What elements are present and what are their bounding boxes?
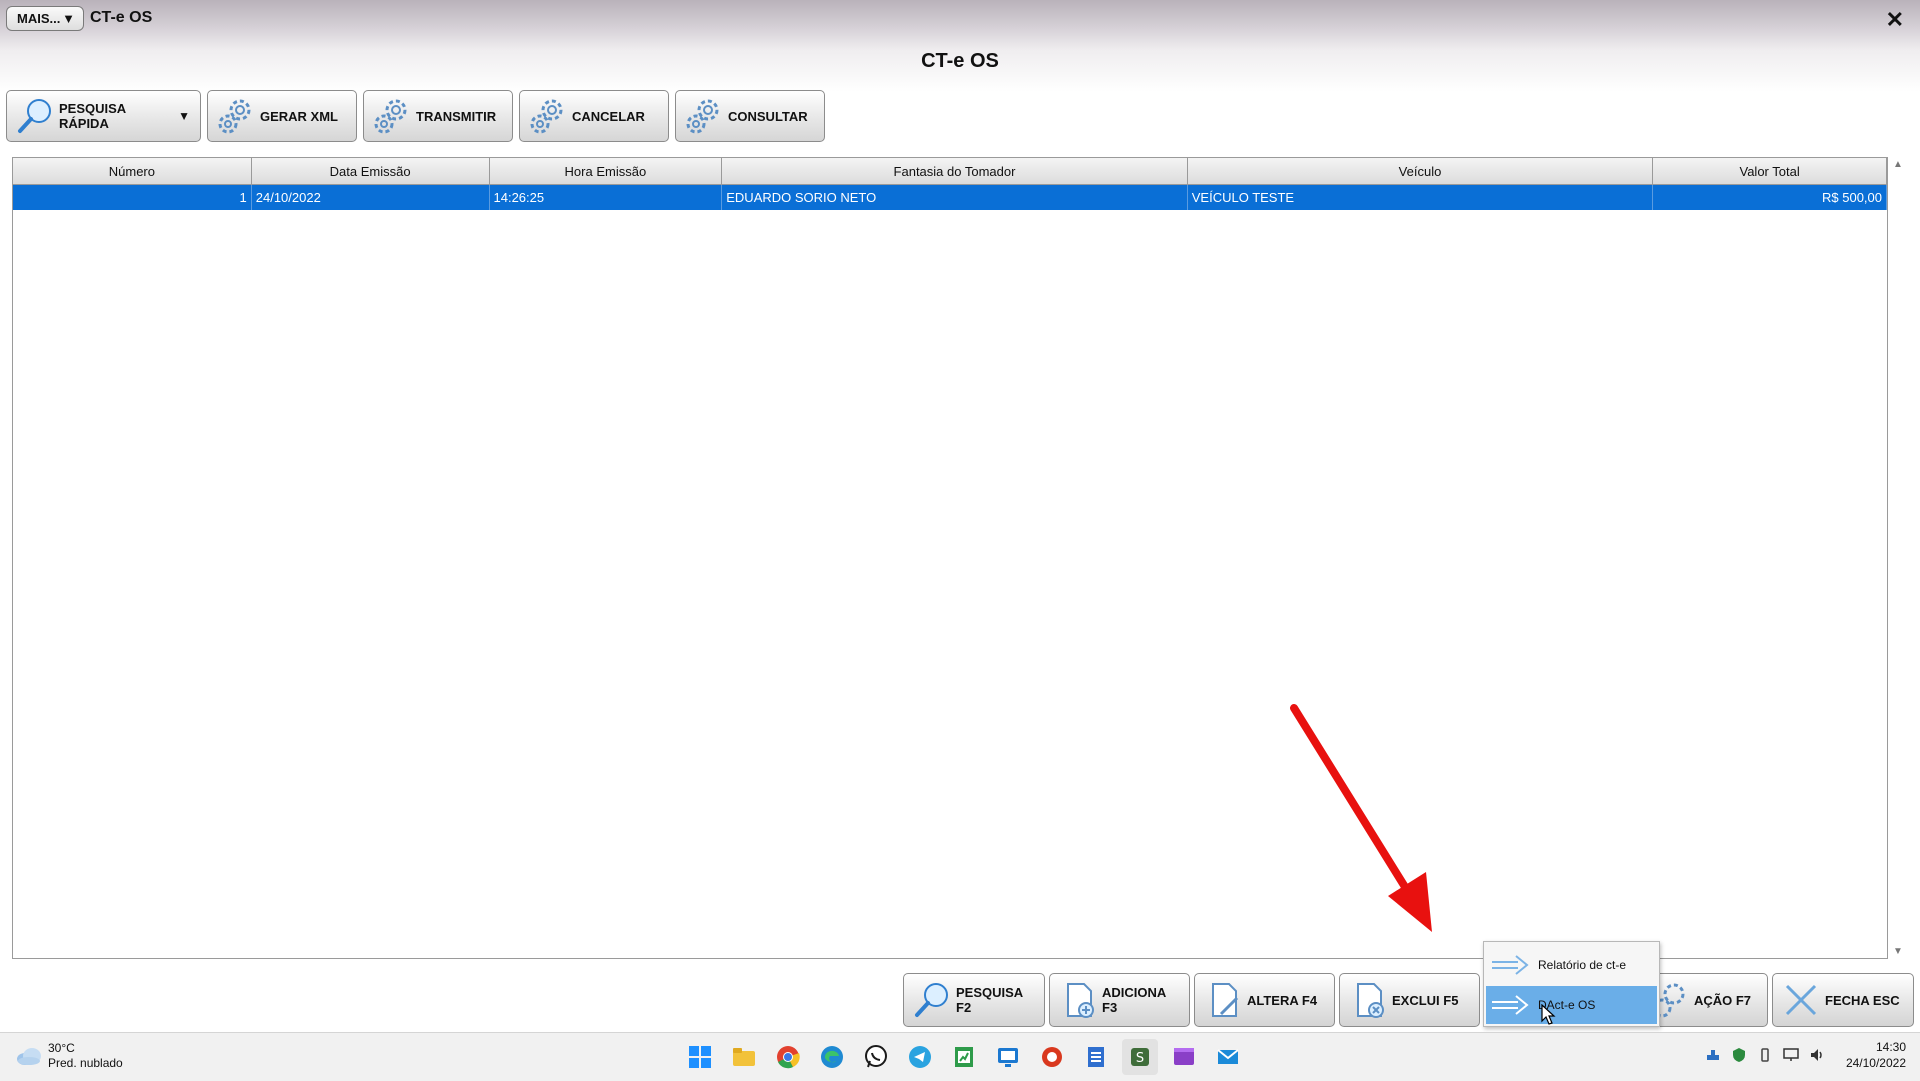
- scroll-down-icon[interactable]: ▼: [1893, 946, 1903, 957]
- cancel-button[interactable]: CANCELAR: [519, 90, 669, 142]
- gear-icon: [530, 99, 563, 134]
- file-explorer-icon[interactable]: [726, 1039, 762, 1075]
- arrow-right-icon: [1492, 955, 1529, 975]
- remote-desktop-icon[interactable]: [990, 1039, 1026, 1075]
- cell-tomador: EDUARDO SORIO NETO: [722, 185, 1188, 210]
- column-header-valor-total[interactable]: Valor Total: [1653, 158, 1887, 184]
- vertical-scrollbar[interactable]: ▲ ▼: [1889, 157, 1911, 959]
- mouse-cursor-icon: [1541, 1004, 1556, 1025]
- whatsapp-icon[interactable]: [858, 1039, 894, 1075]
- query-label: CONSULTAR: [728, 108, 808, 124]
- video-editor-icon[interactable]: [1166, 1039, 1202, 1075]
- windows-start-icon[interactable]: [682, 1039, 718, 1075]
- mail-icon[interactable]: [1210, 1039, 1246, 1075]
- quick-search-button[interactable]: PESQUISA RÁPIDA ▼: [6, 90, 201, 142]
- telegram-icon[interactable]: [902, 1039, 938, 1075]
- generate-xml-label: GERAR XML: [260, 108, 338, 124]
- grid-header: Número Data Emissão Hora Emissão Fantasi…: [13, 158, 1887, 185]
- chevron-down-icon[interactable]: ▼: [178, 109, 190, 123]
- edge-icon[interactable]: [814, 1039, 850, 1075]
- network-icon[interactable]: [1781, 1045, 1801, 1065]
- transmit-button[interactable]: TRANSMITIR: [363, 90, 513, 142]
- chrome-icon[interactable]: [770, 1039, 806, 1075]
- close-esc-label: FECHA ESC: [1825, 992, 1900, 1008]
- magnifier-icon: [18, 99, 51, 133]
- weather-temp: 30°C: [48, 1041, 75, 1055]
- close-esc-button[interactable]: FECHA ESC: [1772, 973, 1914, 1027]
- cell-data-emissao: 24/10/2022: [252, 185, 490, 210]
- delete-f5-label: EXCLUI F5: [1392, 992, 1459, 1008]
- more-menu-button[interactable]: MAIS... ▼: [6, 6, 84, 31]
- close-icon: [1785, 984, 1817, 1016]
- clock-time: 14:30: [1875, 1040, 1906, 1054]
- cell-hora-emissao: 14:26:25: [490, 185, 723, 210]
- generate-xml-button[interactable]: GERAR XML: [207, 90, 357, 142]
- scroll-up-icon[interactable]: ▲: [1893, 159, 1903, 170]
- column-header-tomador[interactable]: Fantasia do Tomador: [722, 158, 1188, 184]
- annotation-arrow-icon: [1290, 704, 1432, 932]
- close-icon[interactable]: ✕: [1886, 7, 1904, 33]
- cancel-label: CANCELAR: [572, 108, 645, 124]
- query-button[interactable]: CONSULTAR: [675, 90, 825, 142]
- column-header-hora-emissao[interactable]: Hora Emissão: [490, 158, 723, 184]
- more-menu-label: MAIS...: [17, 11, 61, 26]
- action-f7-label: AÇÃO F7: [1693, 992, 1751, 1008]
- usb-icon[interactable]: [1755, 1045, 1775, 1065]
- add-f3-label: ADICIONA F3: [1102, 985, 1166, 1015]
- chevron-down-icon: ▼: [62, 11, 75, 26]
- gear-icon: [218, 99, 251, 134]
- cell-numero: 1: [13, 185, 252, 210]
- gear-icon: [686, 99, 719, 134]
- edit-f4-button[interactable]: ALTERA F4: [1194, 973, 1335, 1027]
- search-f2-button[interactable]: PESQUISA F2: [903, 973, 1045, 1027]
- menu-item-label: Relatório de ct-e: [1538, 958, 1627, 972]
- taskbar: 30°C Pred. nublado S 14:30 24/10/2022: [0, 1032, 1920, 1081]
- records-grid: Número Data Emissão Hora Emissão Fantasi…: [12, 157, 1888, 959]
- network-share-icon[interactable]: [1703, 1045, 1723, 1065]
- column-header-data-emissao[interactable]: Data Emissão: [252, 158, 490, 184]
- clock-date: 24/10/2022: [1845, 1056, 1906, 1070]
- edit-f4-label: ALTERA F4: [1247, 992, 1318, 1008]
- app-icon[interactable]: [1034, 1039, 1070, 1075]
- add-document-icon: [1067, 983, 1094, 1018]
- delete-document-icon: [1357, 983, 1384, 1018]
- notepad-icon[interactable]: [1078, 1039, 1114, 1075]
- action-popup-menu: Relatório de ct-e DAct-e OS: [1483, 941, 1660, 1027]
- cell-valor-total: R$ 500,00: [1653, 185, 1887, 210]
- system-tray: 14:30 24/10/2022: [1700, 1039, 1906, 1071]
- transmit-label: TRANSMITIR: [416, 108, 497, 124]
- column-header-veiculo[interactable]: Veículo: [1188, 158, 1654, 184]
- title-bar: MAIS... ▼ CT-e OS ✕: [0, 0, 1920, 50]
- page-title: CT-e OS: [921, 50, 999, 72]
- spreadsheet-icon[interactable]: [946, 1039, 982, 1075]
- quick-search-label: PESQUISA RÁPIDA: [59, 101, 126, 131]
- svg-text:S: S: [1136, 1051, 1144, 1066]
- delete-f5-button[interactable]: EXCLUI F5: [1339, 973, 1480, 1027]
- column-header-numero[interactable]: Número: [13, 158, 252, 184]
- search-f2-label: PESQUISA F2: [956, 985, 1023, 1015]
- taskbar-apps: S: [678, 1039, 1250, 1075]
- window-title: CT-e OS: [90, 9, 153, 26]
- table-row[interactable]: 1 24/10/2022 14:26:25 EDUARDO SORIO NETO…: [13, 185, 1887, 210]
- weather-desc: Pred. nublado: [48, 1056, 123, 1070]
- volume-icon[interactable]: [1807, 1045, 1827, 1065]
- active-app-icon[interactable]: S: [1122, 1039, 1158, 1075]
- edit-document-icon: [1212, 983, 1239, 1017]
- weather-widget[interactable]: 30°C Pred. nublado: [16, 1041, 123, 1071]
- add-f3-button[interactable]: ADICIONA F3: [1049, 973, 1190, 1027]
- arrow-right-icon: [1492, 995, 1529, 1015]
- cloud-icon: [17, 1048, 41, 1065]
- gear-icon: [374, 99, 407, 134]
- system-clock[interactable]: 14:30 24/10/2022: [1846, 1039, 1906, 1071]
- magnifier-icon: [915, 983, 948, 1017]
- cell-veiculo: VEÍCULO TESTE: [1188, 185, 1654, 210]
- menu-item-dacte-os[interactable]: DAct-e OS: [1486, 986, 1657, 1024]
- security-shield-icon[interactable]: [1729, 1045, 1749, 1065]
- menu-item-relatorio-cte[interactable]: Relatório de ct-e: [1486, 946, 1657, 984]
